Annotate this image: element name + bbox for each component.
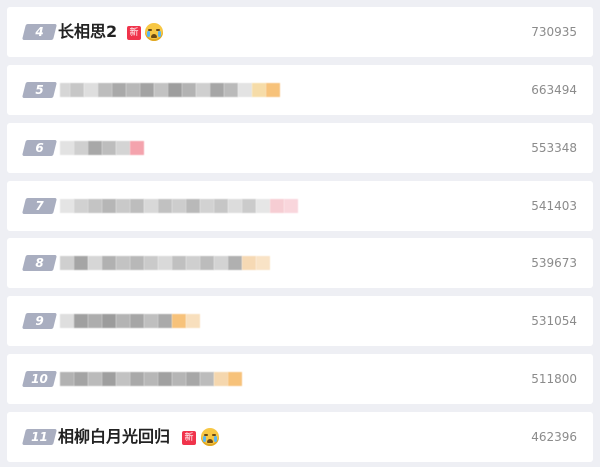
crying-face-icon <box>201 428 219 446</box>
heat-count: 553348 <box>531 141 577 155</box>
blurred-title[interactable] <box>60 369 242 389</box>
crying-face-icon <box>145 23 163 41</box>
rank-number: 5 <box>35 83 44 97</box>
item-title[interactable]: 长相思2 <box>58 21 117 43</box>
list-item[interactable]: 9 531054 <box>7 296 593 346</box>
heat-count: 730935 <box>531 25 577 39</box>
list-item[interactable]: 5 663494 <box>7 65 593 115</box>
blurred-title[interactable] <box>60 311 200 331</box>
list-item[interactable]: 4 长相思2 新 730935 <box>7 7 593 57</box>
list-item[interactable]: 6 553348 <box>7 123 593 173</box>
list-item[interactable]: 11 相柳白月光回归 新 462396 <box>7 412 593 462</box>
item-title[interactable]: 相柳白月光回归 <box>58 426 170 448</box>
heat-count: 531054 <box>531 314 577 328</box>
heat-count: 511800 <box>531 372 577 386</box>
rank-number: 7 <box>35 199 44 213</box>
blurred-title[interactable] <box>60 80 280 100</box>
hot-search-list: 4 长相思2 新 730935 5 663494 6 553348 7 5414… <box>0 0 600 467</box>
new-badge: 新 <box>182 431 196 445</box>
rank-number: 10 <box>31 372 48 386</box>
list-item[interactable]: 10 511800 <box>7 354 593 404</box>
rank-number: 6 <box>35 141 44 155</box>
rank-number: 8 <box>35 256 44 270</box>
heat-count: 539673 <box>531 256 577 270</box>
heat-count: 663494 <box>531 83 577 97</box>
heat-count: 541403 <box>531 199 577 213</box>
rank-number: 9 <box>35 314 44 328</box>
list-item[interactable]: 8 539673 <box>7 238 593 288</box>
rank-number: 4 <box>35 25 44 39</box>
blurred-title[interactable] <box>60 253 270 273</box>
list-item[interactable]: 7 541403 <box>7 181 593 231</box>
blurred-title[interactable] <box>60 196 298 216</box>
rank-number: 11 <box>31 430 48 444</box>
blurred-title[interactable] <box>60 138 144 158</box>
heat-count: 462396 <box>531 430 577 444</box>
new-badge: 新 <box>127 26 141 40</box>
